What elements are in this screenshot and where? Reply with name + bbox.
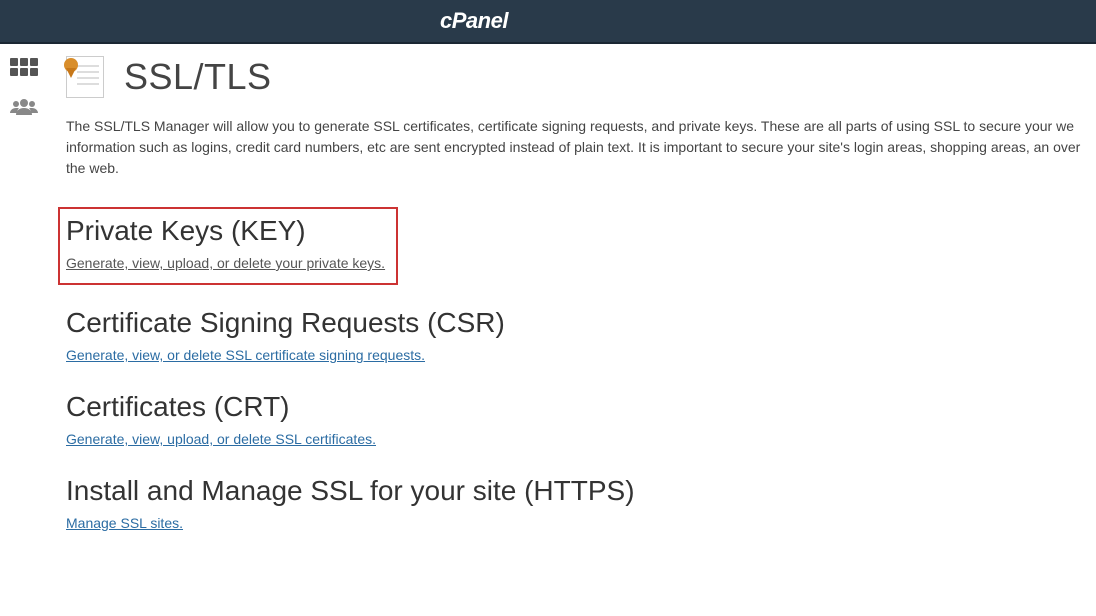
main-content: SSL/TLS The SSL/TLS Manager will allow y…: [48, 44, 1096, 616]
page-header: SSL/TLS: [66, 56, 1096, 98]
csr-section: Certificate Signing Requests (CSR) Gener…: [66, 307, 1096, 365]
crt-title: Certificates (CRT): [66, 391, 1096, 423]
private-keys-link[interactable]: Generate, view, upload, or delete your p…: [66, 255, 385, 271]
main-container: SSL/TLS The SSL/TLS Manager will allow y…: [0, 44, 1096, 616]
intro-text: The SSL/TLS Manager will allow you to ge…: [66, 116, 1096, 179]
apps-grid-icon[interactable]: [9, 56, 39, 78]
install-ssl-section: Install and Manage SSL for your site (HT…: [66, 475, 1096, 533]
page-title: SSL/TLS: [124, 56, 272, 98]
private-keys-title: Private Keys (KEY): [66, 215, 386, 247]
crt-link[interactable]: Generate, view, upload, or delete SSL ce…: [66, 431, 376, 447]
ssl-certificate-icon: [66, 56, 108, 98]
private-keys-section: Private Keys (KEY) Generate, view, uploa…: [58, 207, 398, 285]
csr-link[interactable]: Generate, view, or delete SSL certificat…: [66, 347, 425, 363]
install-ssl-title: Install and Manage SSL for your site (HT…: [66, 475, 1096, 507]
cpanel-logo: cPanel: [440, 8, 508, 34]
install-ssl-link[interactable]: Manage SSL sites.: [66, 515, 183, 531]
top-header: cPanel: [0, 0, 1096, 44]
csr-title: Certificate Signing Requests (CSR): [66, 307, 1096, 339]
sidebar: [0, 44, 48, 616]
users-icon[interactable]: [9, 96, 39, 118]
crt-section: Certificates (CRT) Generate, view, uploa…: [66, 391, 1096, 449]
